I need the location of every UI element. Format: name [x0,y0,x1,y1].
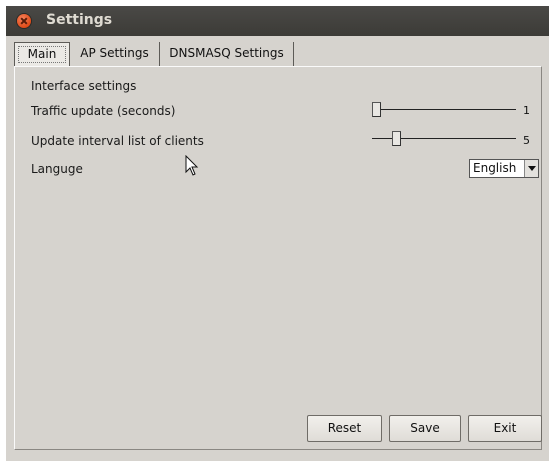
tab-dnsmasq-settings[interactable]: DNSMASQ Settings [160,42,294,66]
chevron-down-icon[interactable] [524,160,538,177]
tab-ap-settings[interactable]: AP Settings [70,42,160,66]
clients-interval-label: Update interval list of clients [31,134,204,148]
save-button[interactable]: Save [389,415,461,442]
close-icon[interactable] [17,14,31,28]
slider-handle[interactable] [392,131,401,146]
exit-button[interactable]: Exit [468,415,542,442]
clients-interval-value: 5 [523,134,530,147]
window-title: Settings [46,12,113,28]
language-label: Languge [31,162,83,176]
slider-track [372,109,516,110]
mouse-pointer-icon [185,155,199,176]
tab-main[interactable]: Main [14,42,70,66]
traffic-update-slider[interactable] [372,102,516,118]
traffic-update-value: 1 [523,104,530,117]
title-bar[interactable]: Settings [6,6,549,36]
traffic-update-label: Traffic update (seconds) [31,104,176,118]
clients-interval-slider[interactable] [372,131,516,147]
reset-button[interactable]: Reset [307,415,382,442]
slider-handle[interactable] [372,102,381,117]
tab-dnsmasq-settings-label: DNSMASQ Settings [169,46,284,60]
tab-ap-settings-label: AP Settings [80,46,149,60]
interface-settings-heading: Interface settings [31,79,137,93]
language-select[interactable]: English [469,159,539,178]
focus-outline [18,46,66,63]
language-selected-value: English [473,161,517,175]
main-tab-panel [14,66,542,450]
